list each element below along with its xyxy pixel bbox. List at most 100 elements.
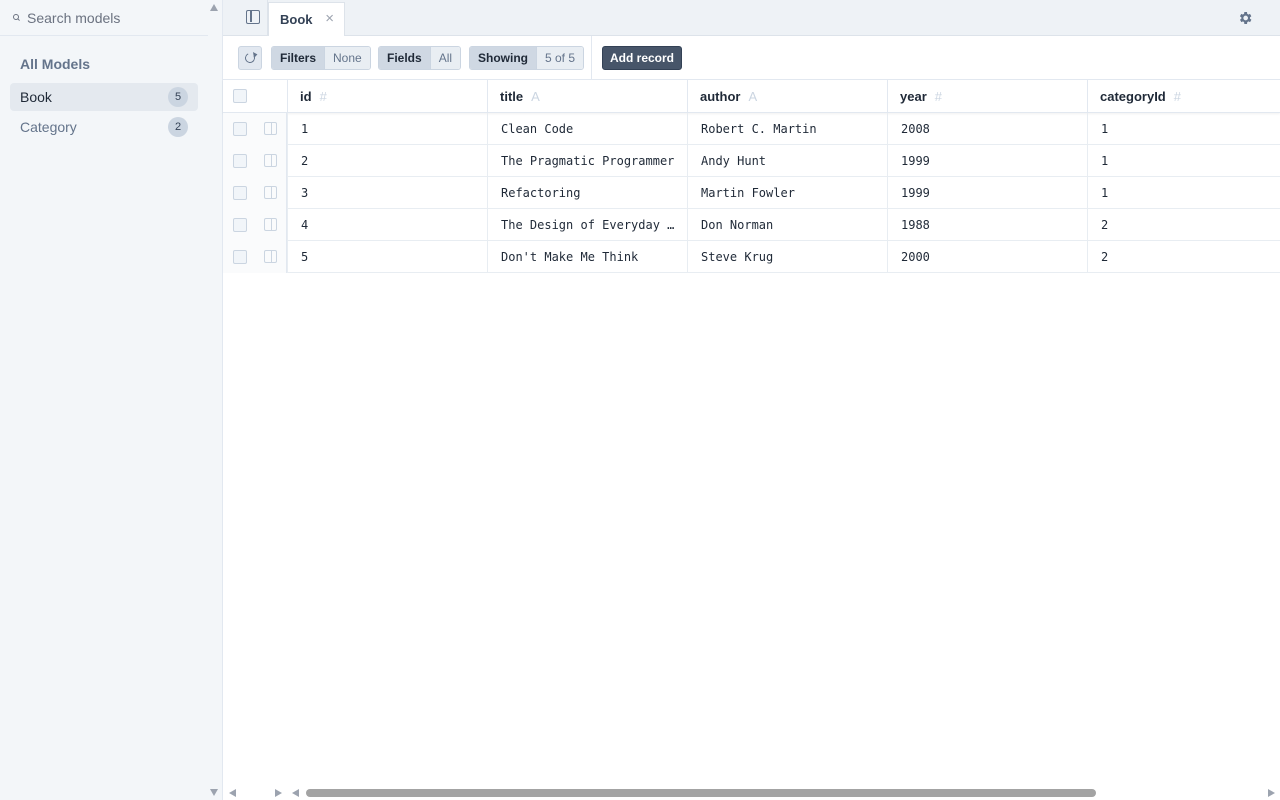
showing-label: Showing bbox=[470, 47, 536, 69]
column-header-title[interactable]: title A bbox=[487, 80, 687, 113]
sidebar-toggle-icon[interactable] bbox=[246, 10, 260, 24]
count-badge: 2 bbox=[168, 117, 188, 137]
cell-id[interactable]: 5 bbox=[287, 241, 487, 273]
scroll-up-arrow[interactable] bbox=[210, 4, 218, 11]
cell-year[interactable]: 1999 bbox=[887, 145, 1087, 177]
scroll-down-arrow[interactable] bbox=[210, 789, 218, 796]
cell-author[interactable]: Martin Fowler bbox=[687, 177, 887, 209]
table-row[interactable]: 2 The Pragmatic Programmer Andy Hunt 199… bbox=[223, 145, 1280, 177]
scroll-right-arrow[interactable] bbox=[1268, 789, 1275, 797]
cell-title[interactable]: Refactoring bbox=[487, 177, 687, 209]
number-type-icon: # bbox=[1173, 89, 1181, 104]
fields-button[interactable]: Fields All bbox=[378, 46, 462, 70]
cell-categoryid[interactable]: 1 bbox=[1087, 113, 1280, 145]
fields-value: All bbox=[429, 47, 461, 69]
cell-year[interactable]: 1999 bbox=[887, 177, 1087, 209]
row-controls bbox=[223, 241, 287, 273]
expand-row-icon[interactable] bbox=[264, 122, 277, 135]
showing-button[interactable]: Showing 5 of 5 bbox=[469, 46, 585, 70]
table-row[interactable]: 3 Refactoring Martin Fowler 1999 1 bbox=[223, 177, 1280, 209]
cell-categoryid[interactable]: 1 bbox=[1087, 177, 1280, 209]
gear-icon[interactable] bbox=[1237, 10, 1253, 26]
divider bbox=[591, 36, 592, 80]
sidebar: All Models Book 5 Category 2 bbox=[0, 0, 223, 800]
text-type-icon: A bbox=[531, 89, 540, 104]
row-checkbox[interactable] bbox=[233, 186, 247, 200]
scroll-left-arrow[interactable] bbox=[292, 789, 299, 797]
number-type-icon: # bbox=[319, 89, 327, 104]
tab-label: Book bbox=[280, 12, 313, 27]
expand-row-icon[interactable] bbox=[264, 218, 277, 231]
cell-categoryid[interactable]: 2 bbox=[1087, 209, 1280, 241]
column-header-id[interactable]: id # bbox=[287, 80, 487, 113]
cell-title[interactable]: Clean Code bbox=[487, 113, 687, 145]
model-search bbox=[0, 0, 208, 36]
add-record-button[interactable]: Add record bbox=[602, 46, 682, 70]
cell-categoryid[interactable]: 1 bbox=[1087, 145, 1280, 177]
cell-title[interactable]: Don't Make Me Think bbox=[487, 241, 687, 273]
sidebar-item-label: Book bbox=[20, 89, 52, 105]
toolbar: Filters None Fields All Showing 5 of 5 A… bbox=[223, 36, 1280, 80]
sidebar-item-label: Category bbox=[20, 119, 77, 135]
filters-value: None bbox=[324, 47, 370, 69]
row-controls bbox=[223, 209, 287, 241]
row-controls bbox=[223, 113, 287, 145]
table-header: id # title A author A year # categoryId … bbox=[223, 80, 1280, 113]
column-header-year[interactable]: year # bbox=[887, 80, 1087, 113]
all-models-heading: All Models bbox=[20, 56, 91, 72]
expand-row-icon[interactable] bbox=[264, 186, 277, 199]
showing-value: 5 of 5 bbox=[536, 47, 584, 69]
cell-id[interactable]: 3 bbox=[287, 177, 487, 209]
cell-author[interactable]: Steve Krug bbox=[687, 241, 887, 273]
number-type-icon: # bbox=[934, 89, 942, 104]
row-checkbox[interactable] bbox=[233, 122, 247, 136]
select-all-checkbox[interactable] bbox=[233, 89, 247, 103]
cell-id[interactable]: 4 bbox=[287, 209, 487, 241]
column-name: year bbox=[900, 89, 927, 104]
search-input[interactable] bbox=[27, 9, 197, 26]
column-header-author[interactable]: author A bbox=[687, 80, 887, 113]
column-name: title bbox=[500, 89, 524, 104]
cell-id[interactable]: 2 bbox=[287, 145, 487, 177]
row-checkbox[interactable] bbox=[233, 250, 247, 264]
column-header-categoryid[interactable]: categoryId # bbox=[1087, 80, 1280, 113]
column-name: categoryId bbox=[1100, 89, 1166, 104]
horizontal-scrollbar[interactable] bbox=[223, 785, 1280, 800]
row-checkbox[interactable] bbox=[233, 154, 247, 168]
text-type-icon: A bbox=[748, 89, 758, 104]
cell-author[interactable]: Don Norman bbox=[687, 209, 887, 241]
column-name: id bbox=[300, 89, 312, 104]
cell-title[interactable]: The Design of Everyday Things bbox=[487, 209, 687, 241]
sidebar-scroll-right-arrow[interactable] bbox=[275, 789, 282, 797]
cell-year[interactable]: 2000 bbox=[887, 241, 1087, 273]
filters-button[interactable]: Filters None bbox=[271, 46, 371, 70]
tab-book[interactable]: Book × bbox=[268, 2, 345, 36]
cell-categoryid[interactable]: 2 bbox=[1087, 241, 1280, 273]
tab-bar: Book × bbox=[223, 0, 1280, 36]
expand-row-icon[interactable] bbox=[264, 250, 277, 263]
cell-id[interactable]: 1 bbox=[287, 113, 487, 145]
row-controls bbox=[223, 145, 287, 177]
column-name: author bbox=[700, 89, 741, 104]
table-row[interactable]: 4 The Design of Everyday Things Don Norm… bbox=[223, 209, 1280, 241]
cell-year[interactable]: 1988 bbox=[887, 209, 1087, 241]
cell-year[interactable]: 2008 bbox=[887, 113, 1087, 145]
cell-author[interactable]: Andy Hunt bbox=[687, 145, 887, 177]
table-row[interactable]: 5 Don't Make Me Think Steve Krug 2000 2 bbox=[223, 241, 1280, 273]
cell-title[interactable]: The Pragmatic Programmer bbox=[487, 145, 687, 177]
expand-row-icon[interactable] bbox=[264, 154, 277, 167]
refresh-icon bbox=[243, 51, 257, 65]
row-controls bbox=[223, 177, 287, 209]
cell-author[interactable]: Robert C. Martin bbox=[687, 113, 887, 145]
search-icon bbox=[12, 13, 22, 23]
filters-label: Filters bbox=[272, 47, 325, 69]
close-icon[interactable]: × bbox=[325, 11, 334, 27]
refresh-button[interactable] bbox=[238, 46, 262, 70]
table-row[interactable]: 1 Clean Code Robert C. Martin 2008 1 bbox=[223, 113, 1280, 145]
row-checkbox[interactable] bbox=[233, 218, 247, 232]
count-badge: 5 bbox=[168, 87, 188, 107]
fields-label: Fields bbox=[379, 47, 430, 69]
scrollbar-thumb[interactable] bbox=[306, 789, 1096, 797]
sidebar-item-book[interactable]: Book 5 bbox=[10, 83, 198, 111]
sidebar-item-category[interactable]: Category 2 bbox=[10, 113, 198, 141]
